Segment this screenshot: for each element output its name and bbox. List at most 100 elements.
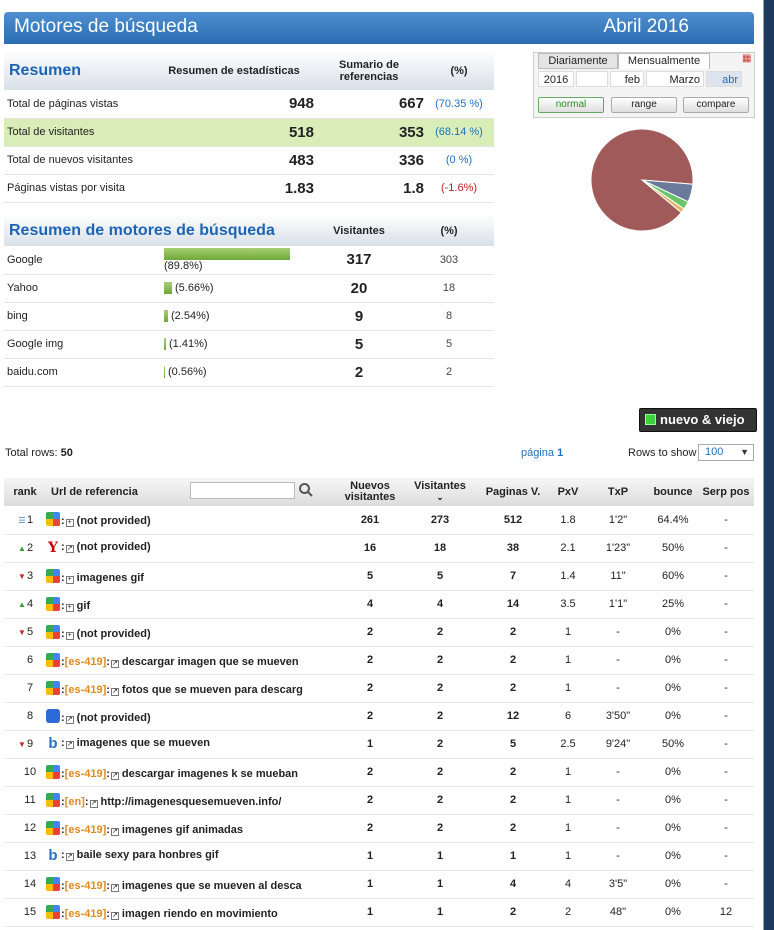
col-txp[interactable]: TxP xyxy=(588,478,648,506)
referral-url[interactable]: imagenes gif animadas xyxy=(122,824,243,836)
referral-url[interactable]: imagenes gif xyxy=(77,572,144,584)
col-rank[interactable]: rank xyxy=(4,478,46,506)
referral-url[interactable]: descargar imagenes k se mueban xyxy=(122,768,298,780)
col-nuevos[interactable]: Nuevos visitantes xyxy=(338,478,402,506)
month-apr[interactable]: abr xyxy=(706,71,742,87)
txp-value: 3'5" xyxy=(588,870,648,899)
table-row[interactable]: 6:[es-419]: ↗ descargar imagen que se muev… xyxy=(4,646,754,675)
summary-row-label: Total de páginas vistas xyxy=(4,90,154,119)
engine-name[interactable]: baidu.com xyxy=(4,358,164,387)
lang-tag: [en] xyxy=(64,795,85,808)
table-row[interactable]: ▼3: + imagenes gif 5 5 7 1.4 11" 60% - xyxy=(4,562,754,591)
engine-pct: (2.54%) xyxy=(171,309,210,322)
expand-icon[interactable]: + xyxy=(65,603,74,612)
txp-value: 11" xyxy=(588,562,648,591)
expand-icon[interactable]: + xyxy=(65,575,74,584)
col-bounce[interactable]: bounce xyxy=(648,478,698,506)
rows-select-value: 100 xyxy=(705,446,724,458)
paginas-value: 12 xyxy=(478,702,548,731)
search-icon[interactable] xyxy=(298,482,314,498)
referral-url[interactable]: (not provided) xyxy=(77,541,151,553)
external-link-icon[interactable]: ↗ xyxy=(110,883,119,892)
tab-monthly[interactable]: Mensualmente xyxy=(618,53,710,69)
summary-table: Resumen Resumen de estadísticas Sumario … xyxy=(4,52,494,203)
table-row[interactable]: ▼9 b: ↗ imagenes que se mueven 1 2 5 2.5 9'24" 50… xyxy=(4,730,754,759)
expand-icon[interactable]: + xyxy=(65,519,74,528)
referral-url[interactable]: (not provided) xyxy=(77,515,151,527)
referral-url[interactable]: baile sexy para honbres gif xyxy=(77,849,219,861)
col-visitantes[interactable]: Visitantes ⌄ xyxy=(402,478,478,506)
col-pxv[interactable]: PxV xyxy=(548,478,588,506)
referral-url[interactable]: gif xyxy=(77,600,90,612)
referral-url[interactable]: fotos que se mueven para descarg xyxy=(122,684,303,696)
table-row[interactable]: 12:[es-419]: ↗ imagenes gif animadas 2 2 2 1-0… xyxy=(4,814,754,843)
visitantes-value: 2 xyxy=(402,786,478,815)
engines-title: Resumen de motores de búsqueda xyxy=(9,222,275,239)
rows-select[interactable]: 100 ▼ xyxy=(698,444,754,461)
engine-name[interactable]: Google img xyxy=(4,330,164,359)
month-mar[interactable]: Marzo xyxy=(646,71,704,87)
external-link-icon[interactable]: ↗ xyxy=(110,659,119,668)
mode-normal-button[interactable]: normal xyxy=(538,97,604,113)
engine-name[interactable]: Google xyxy=(4,246,164,275)
col-paginas[interactable]: Paginas V. xyxy=(478,478,548,506)
external-link-icon[interactable]: ↗ xyxy=(65,545,74,553)
external-link-icon[interactable]: ↗ xyxy=(110,771,119,780)
calendar-icon[interactable]: ▦ xyxy=(742,53,751,64)
external-link-icon[interactable]: ↗ xyxy=(65,741,74,749)
pxv-value: 1 xyxy=(548,618,588,647)
external-link-icon[interactable]: ↗ xyxy=(65,715,74,724)
txp-value: 3'50" xyxy=(588,702,648,731)
referral-url[interactable]: (not provided) xyxy=(77,628,151,640)
visitantes-value: 1 xyxy=(402,898,478,927)
external-link-icon[interactable]: ↗ xyxy=(110,827,119,836)
nuevos-value: 2 xyxy=(338,814,402,843)
paginas-value: 2 xyxy=(478,898,548,927)
summary-row-total: 948 xyxy=(154,90,314,119)
referral-url[interactable]: (not provided) xyxy=(77,712,151,724)
summary-row-pct: (0 %) xyxy=(424,146,494,175)
mode-range-button[interactable]: range xyxy=(611,97,677,113)
page-number[interactable]: 1 xyxy=(557,447,563,459)
external-link-icon[interactable]: ↗ xyxy=(110,687,119,696)
engines-pie-chart xyxy=(590,128,694,232)
mode-compare-button[interactable]: compare xyxy=(683,97,749,113)
table-row[interactable]: 13 b: ↗ baile sexy para honbres gif 1 1 1 1-0% - xyxy=(4,842,754,871)
url-filter-input[interactable] xyxy=(190,482,295,499)
table-row[interactable]: ☰1: + (not provided) 261 273 512 1.8 1'2" 64.4% - xyxy=(4,506,754,535)
external-link-icon[interactable]: ↗ xyxy=(89,799,98,808)
external-link-icon[interactable]: ↗ xyxy=(65,853,74,861)
lang-tag: [es-419] xyxy=(64,683,107,696)
referral-url[interactable]: descargar imagen que se mueven xyxy=(122,656,299,668)
referral-url[interactable]: imagen riendo en movimiento xyxy=(122,908,278,920)
engine-share-bar xyxy=(164,310,168,323)
nuevo-viejo-button[interactable]: nuevo & viejo xyxy=(639,408,757,432)
referral-url[interactable]: imagenes que se mueven xyxy=(77,737,210,749)
pxv-value: 1 xyxy=(548,758,588,787)
referral-url[interactable]: http://imagenesquesemueven.info/ xyxy=(101,796,282,808)
referral-url[interactable]: imagenes que se mueven al desca xyxy=(122,880,302,892)
google-icon xyxy=(46,876,60,891)
pxv-value: 4 xyxy=(548,870,588,899)
table-row[interactable]: 7:[es-419]: ↗ fotos que se mueven para des… xyxy=(4,674,754,703)
table-row[interactable]: ▼5: + (not provided) 2 2 2 1-0% - xyxy=(4,618,754,647)
visitantes-value: 273 xyxy=(402,506,478,535)
tab-daily[interactable]: Diariamente xyxy=(538,53,618,69)
summary-row-ref: 353 xyxy=(314,118,424,147)
table-row[interactable]: 15:[es-419]: ↗ imagen riendo en movimiento… xyxy=(4,898,754,927)
external-link-icon[interactable]: ↗ xyxy=(110,911,119,920)
table-row[interactable]: 14:[es-419]: ↗ imagenes que se mueven al d… xyxy=(4,870,754,899)
paginas-value: 2 xyxy=(478,758,548,787)
expand-icon[interactable]: + xyxy=(65,631,74,640)
table-row[interactable]: 10:[es-419]: ↗ descargar imagenes k se mue… xyxy=(4,758,754,787)
engine-name[interactable]: Yahoo xyxy=(4,274,164,303)
summary-row: Total de páginas vistas 948 667 (70.35 %) xyxy=(4,90,494,119)
table-row[interactable]: 8: ↗ (not provided) 2 2 12 6 3'50" 0% - xyxy=(4,702,754,731)
month-feb[interactable]: feb xyxy=(610,71,644,87)
table-row[interactable]: 11:[en]: ↗ http://imagenesquesemueven.info… xyxy=(4,786,754,815)
table-row[interactable]: ▲2 Y: ↗ (not provided) 16 18 38 2.1 1'23" 50% - xyxy=(4,534,754,563)
paginas-value: 2 xyxy=(478,814,548,843)
engine-name[interactable]: bing xyxy=(4,302,164,331)
col-serp[interactable]: Serp pos xyxy=(698,478,754,506)
table-row[interactable]: ▲4: + gif 4 4 14 3.5 1'1" 25% - xyxy=(4,590,754,619)
